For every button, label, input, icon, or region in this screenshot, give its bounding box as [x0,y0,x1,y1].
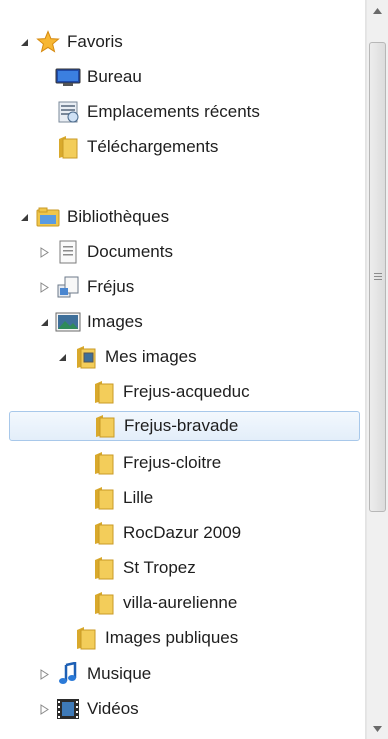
tree-item-downloads[interactable]: Téléchargements [36,132,218,162]
scrollbar-thumb[interactable] [369,42,386,512]
desktop-icon [54,65,82,89]
tree-item-label: St Tropez [123,558,196,577]
expand-arrow-icon[interactable] [36,244,52,260]
tree-item-favorites[interactable]: Favoris [16,27,123,57]
folder-icon [90,486,118,510]
folder-icon [90,591,118,615]
tree-item-label: Images publiques [105,628,239,647]
tree-item-label: Frejus-acqueduc [123,382,250,401]
star-icon [34,30,62,54]
tree-item-folder[interactable]: RocDazur 2009 [72,518,241,548]
videos-icon [54,697,82,721]
recent-places-icon [54,100,82,124]
tree-item-images[interactable]: Images [36,307,143,337]
tree-item-libraries[interactable]: Bibliothèques [16,202,169,232]
tree-item-label: Images [87,312,143,331]
tree-item-bureau[interactable]: Bureau [36,62,142,92]
tree-item-folder[interactable]: St Tropez [72,553,196,583]
grip-icon [374,273,382,283]
tree-item-music[interactable]: Musique [36,659,151,689]
tree-item-label: Lille [123,488,154,507]
scroll-up-icon[interactable] [369,2,386,19]
folder-icon [91,414,119,438]
tree-item-label: Documents [87,242,173,261]
vertical-scrollbar[interactable] [366,0,388,739]
tree-item-recent-places[interactable]: Emplacements récents [36,97,260,127]
tree-item-mes-images[interactable]: Mes images [54,342,197,372]
tree-item-label: Mes images [105,347,197,366]
tree-item-label: Frejus-bravade [124,416,239,435]
tree-item-label: Fréjus [87,277,135,296]
collapse-arrow-icon[interactable] [16,34,32,50]
folder-icon [90,556,118,580]
tree-item-label: Favoris [67,32,123,51]
collapse-arrow-icon[interactable] [36,314,52,330]
tree-item-label: villa-aurelienne [123,593,238,612]
expand-arrow-icon[interactable] [36,279,52,295]
collapse-arrow-icon[interactable] [16,209,32,225]
tree-item-label: Frejus-cloitre [123,453,222,472]
folder-icon [54,135,82,159]
tree-item-label: RocDazur 2009 [123,523,242,542]
tree-item-folder[interactable]: Frejus-acqueduc [72,377,250,407]
libraries-icon [34,205,62,229]
tree-item-label: Emplacements récents [87,102,260,121]
tree-item-label: Vidéos [87,699,139,718]
folder-icon [90,521,118,545]
tree-item-folder[interactable]: Frejus-cloitre [72,448,221,478]
tree-item-public-images[interactable]: Images publiques [54,623,238,653]
folder-icon [90,451,118,475]
navigation-pane: Favoris Bureau Emplacements récents Télé… [0,0,366,739]
tree-item-label: Bibliothèques [67,207,170,226]
tree-item-documents[interactable]: Documents [36,237,173,267]
library-icon [54,275,82,299]
tree-item-frejus[interactable]: Fréjus [36,272,134,302]
tree-item-label: Musique [87,664,152,683]
my-pictures-icon [72,345,100,369]
folder-icon [72,626,100,650]
scroll-down-icon[interactable] [369,720,386,737]
tree-item-folder-selected[interactable]: Frejus-bravade [9,411,360,441]
documents-icon [54,240,82,264]
tree-item-label: Bureau [87,67,142,86]
folder-icon [90,380,118,404]
music-icon [54,662,82,686]
tree-item-label: Téléchargements [87,137,219,156]
tree-item-folder[interactable]: Lille [72,483,153,513]
pictures-icon [54,310,82,334]
tree-item-videos[interactable]: Vidéos [36,694,139,724]
tree-item-folder[interactable]: villa-aurelienne [72,588,237,618]
expand-arrow-icon[interactable] [36,701,52,717]
expand-arrow-icon[interactable] [36,666,52,682]
collapse-arrow-icon[interactable] [54,349,70,365]
